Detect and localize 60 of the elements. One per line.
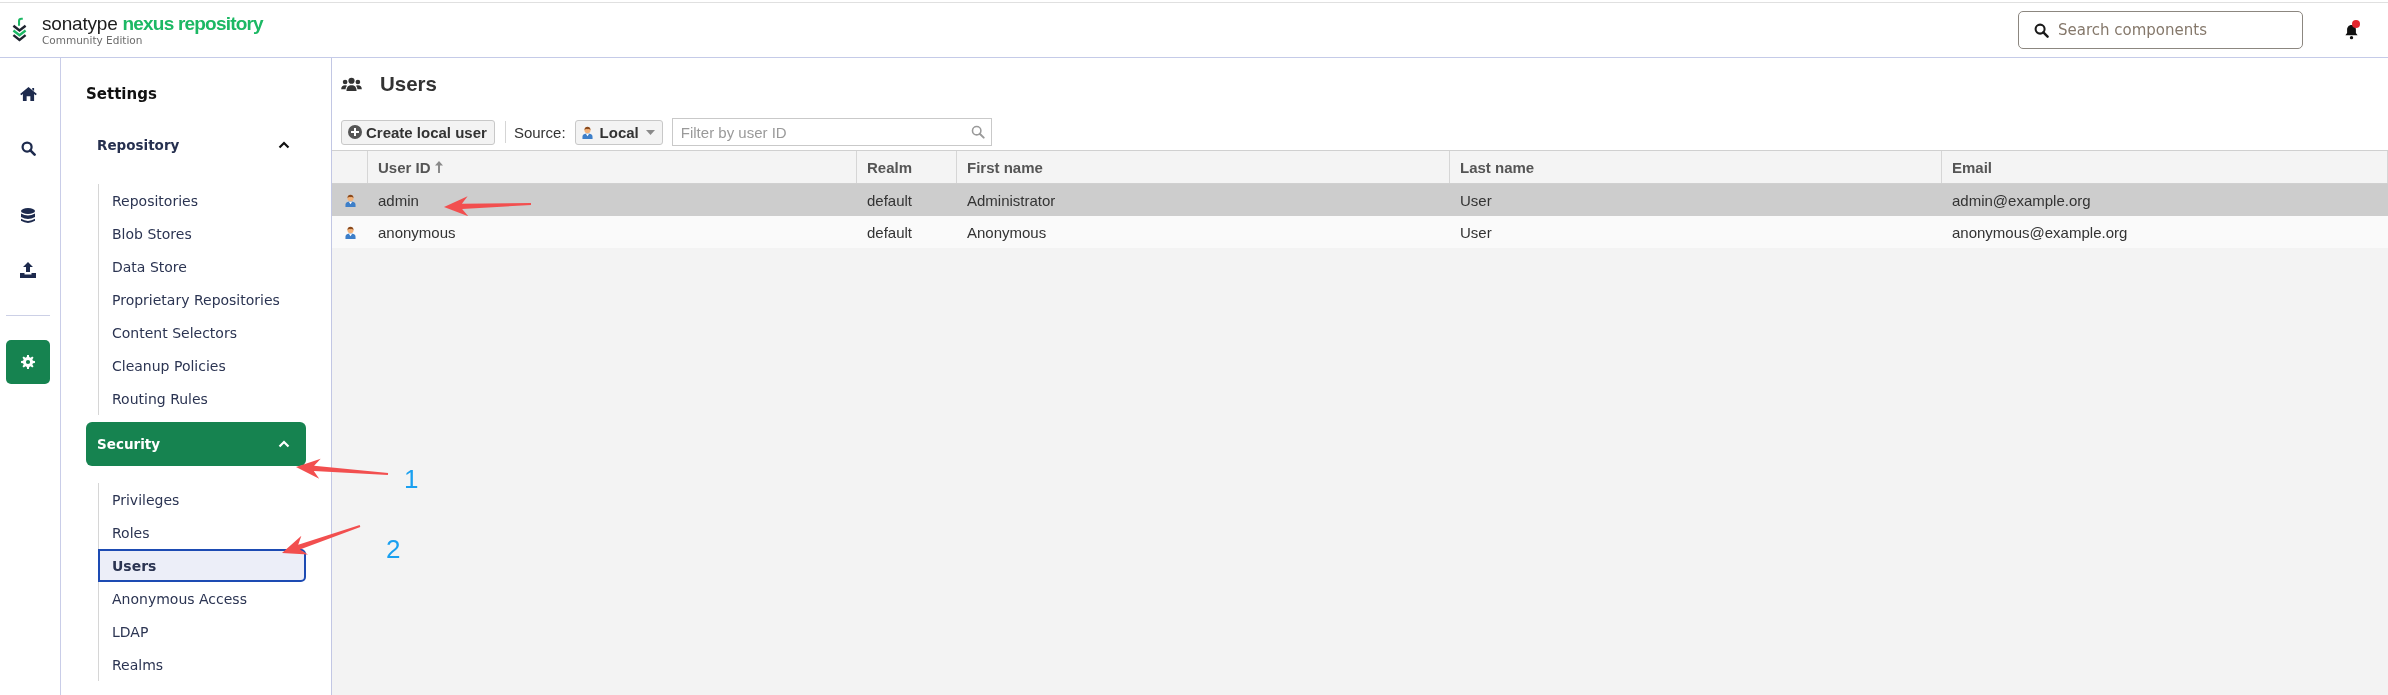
logo-icon [12,17,27,43]
settings-button[interactable] [6,340,50,384]
home-icon [19,87,37,101]
user-id-text: admin [378,191,419,209]
email-text: anonymous@example.org [1952,223,2128,241]
caret-down-icon [645,129,655,135]
section-header[interactable]: Security [86,422,306,466]
brand-name: sonatype [42,13,118,34]
first-name-text: Anonymous [967,223,1047,241]
annotation-number: 2 [386,536,401,562]
sidebar-item[interactable]: Privileges [99,483,306,516]
sidebar-item[interactable]: LDAP [99,615,306,648]
realm-text: default [867,191,913,209]
create-user-button[interactable]: Create local user [341,119,495,145]
column-header[interactable]: Last name [1450,151,1942,183]
email-text: admin@example.org [1952,191,2091,209]
users-icon [341,76,362,92]
sidebar-item[interactable]: Roles [99,516,306,549]
search-field[interactable]: Search components [2018,11,2303,49]
upload-icon [20,262,36,278]
sidebar-item[interactable]: Users [98,549,306,582]
last-name-text: User [1460,223,1492,241]
plus-circle-icon [348,125,362,139]
source-label: Source: [513,123,566,141]
sidebar-title: Settings [86,84,158,105]
sidebar-item[interactable]: Anonymous Access [99,582,306,615]
search-icon [970,125,985,139]
search-icon [2034,23,2049,38]
search-icon [20,140,36,156]
product-name: nexus repository [122,13,263,34]
table-row[interactable]: admin default Administrator User admin@example.org [332,184,2388,216]
column-header[interactable]: Realm [857,151,957,183]
sidebar-item[interactable]: Proprietary Repositories [99,283,306,316]
sidebar-item[interactable]: Realms [99,648,306,681]
annotation-number: 1 [404,466,419,492]
sidebar-item[interactable]: Data Store [99,250,306,283]
realm-text: default [867,223,913,241]
edition-label: Community Edition [42,34,144,47]
sidebar-item[interactable]: Blob Stores [99,217,306,250]
source-dropdown[interactable]: Local [574,119,663,145]
user-icon [344,193,356,207]
column-header[interactable]: Email [1942,151,2388,183]
table-row[interactable]: anonymous default Anonymous User anonymous@example.org [332,216,2388,248]
first-name-text: Administrator [967,191,1056,209]
user-id-text: anonymous [378,223,456,241]
last-name-text: User [1460,191,1492,209]
bell-icon [2343,24,2359,40]
column-header[interactable]: User ID [368,151,857,183]
user-icon [581,125,593,139]
sidebar-item[interactable]: Cleanup Policies [99,349,306,382]
filter-field[interactable]: Filter by user ID [671,118,992,146]
page-title: Users [380,72,437,96]
sidebar-item[interactable]: Content Selectors [99,316,306,349]
sidebar-item[interactable]: Routing Rules [99,382,306,415]
sidebar-item[interactable]: Repositories [99,184,306,217]
user-icon [344,225,356,239]
database-icon [21,208,35,224]
column-header[interactable]: First name [957,151,1450,183]
section-header[interactable]: Repository [86,123,306,167]
settings-icon [21,355,35,369]
